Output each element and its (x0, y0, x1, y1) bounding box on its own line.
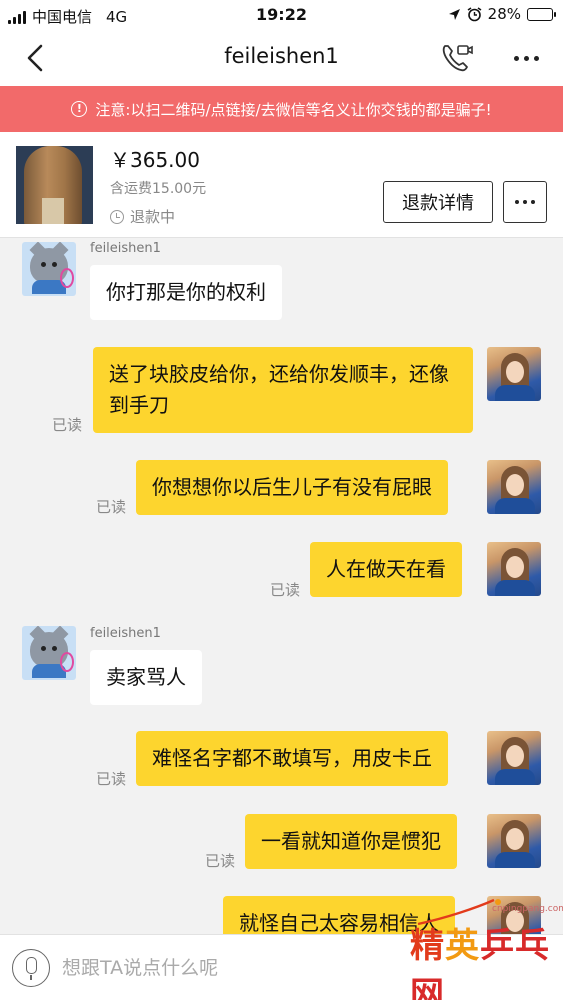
refund-status-label: 退款中 (130, 208, 176, 226)
buyer-avatar[interactable] (487, 542, 541, 596)
outgoing-message-bubble[interactable]: 一看就知道你是惯犯 (245, 814, 457, 869)
read-receipt: 已读 (270, 581, 301, 599)
clock-icon (110, 209, 124, 224)
buyer-avatar[interactable] (487, 347, 541, 401)
watermark-title: 精英乒乓网 (410, 918, 560, 1000)
outgoing-message-bubble[interactable]: 难怪名字都不敢填写，用皮卡丘 (136, 731, 448, 786)
chevron-left-icon (27, 44, 43, 72)
buyer-avatar[interactable] (487, 460, 541, 514)
buyer-avatar[interactable] (487, 814, 541, 868)
more-dot-icon (513, 55, 519, 61)
refund-details-button[interactable]: 退款详情 (383, 181, 493, 223)
buyer-avatar[interactable] (487, 731, 541, 785)
fraud-warning-banner: ! 注意:以扫二维码/点链接/去微信等名义让你交钱的都是骗子! (0, 86, 563, 132)
read-receipt: 已读 (205, 852, 236, 870)
sender-name: feileishen1 (90, 241, 161, 256)
more-dot-icon (523, 200, 527, 204)
outgoing-message-bubble[interactable]: 人在做天在看 (310, 542, 462, 597)
nav-bar: feileishen1 (0, 30, 563, 86)
alarm-icon (467, 6, 482, 21)
outgoing-message-bubble[interactable]: 你想想你以后生儿子有没有屁眼 (136, 460, 448, 515)
sender-name: feileishen1 (90, 626, 161, 641)
location-icon (448, 8, 460, 20)
seller-avatar[interactable] (22, 626, 76, 680)
shipping-fee: 含运费15.00元 (110, 181, 207, 197)
more-options-button[interactable] (506, 42, 546, 74)
read-receipt: 已读 (96, 498, 127, 516)
more-dot-icon (533, 55, 539, 61)
back-button[interactable] (18, 40, 54, 76)
read-receipt: 已读 (52, 416, 83, 434)
paddle-handle-image (42, 198, 64, 224)
site-watermark-logo: cnpingpang.com 精英乒乓网 (396, 892, 563, 1000)
product-price: ￥365.00 (110, 148, 200, 172)
status-bar: 中国电信 4G 19:22 28% (0, 0, 563, 30)
call-button[interactable] (438, 40, 476, 76)
refund-status: 退款中 (110, 206, 175, 227)
battery-icon (527, 7, 556, 21)
watermark-url: cnpingpang.com (492, 904, 563, 914)
incoming-message-bubble[interactable]: 卖家骂人 (90, 650, 202, 705)
product-thumbnail[interactable] (16, 146, 93, 224)
watermark-char: 精 (410, 926, 445, 966)
read-receipt: 已读 (96, 770, 127, 788)
microphone-icon[interactable] (12, 949, 50, 987)
seller-avatar[interactable] (22, 242, 76, 296)
more-dot-icon (523, 55, 529, 61)
more-dot-icon (515, 200, 519, 204)
warning-text: 注意:以扫二维码/点链接/去微信等名义让你交钱的都是骗子! (95, 100, 492, 119)
incoming-message-bubble[interactable]: 你打那是你的权利 (90, 265, 282, 320)
status-right: 28% (448, 5, 556, 23)
product-more-button[interactable] (503, 181, 547, 223)
page-title: feileishen1 (224, 44, 339, 68)
message-input[interactable] (62, 949, 382, 987)
more-dot-icon (531, 200, 535, 204)
phone-video-icon (442, 45, 473, 72)
watermark-char: 英 (445, 926, 480, 966)
chat-area[interactable]: feileishen1 你打那是你的权利 送了块胶皮给你，还给你发顺丰，还像到手… (0, 238, 563, 934)
outgoing-message-bubble[interactable]: 送了块胶皮给你，还给你发顺丰，还像到手刀 (93, 347, 473, 433)
info-icon: ! (71, 101, 88, 117)
battery-percent: 28% (487, 5, 521, 23)
